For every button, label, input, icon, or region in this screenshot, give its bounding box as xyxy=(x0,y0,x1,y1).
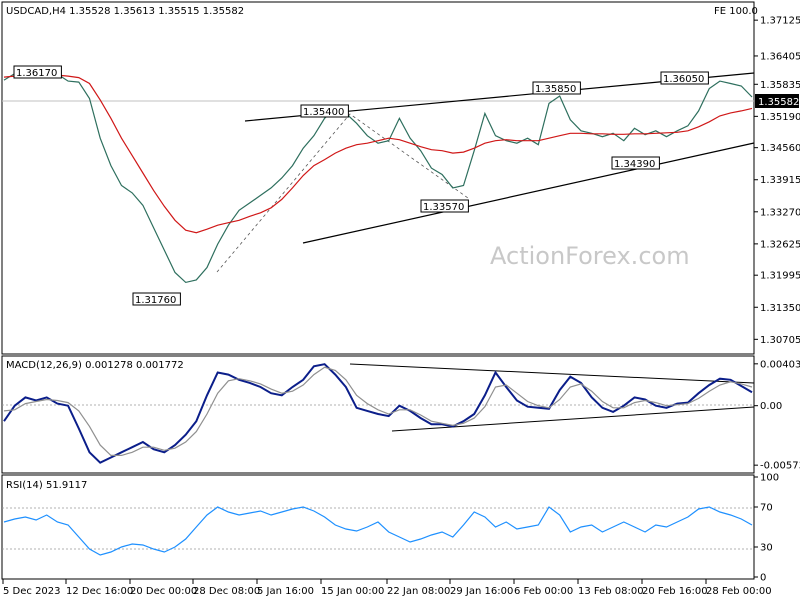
last-price-tag: 1.35582 xyxy=(755,94,799,108)
price-y-tick-label: 1.33915 xyxy=(760,175,800,186)
price-y-tick-label: 1.34560 xyxy=(760,143,800,154)
x-tick-label: 6 Feb 00:00 xyxy=(514,586,573,597)
price-y-tick-label: 1.35190 xyxy=(760,112,800,123)
x-tick-label: 5 Dec 2023 xyxy=(3,586,61,597)
price-y-tick-label: 1.31350 xyxy=(760,303,800,314)
x-tick-label: 20 Dec 00:00 xyxy=(130,586,197,597)
price-y-axis: 1.37125 1.36405 1.35835 1.35190 1.34560 1.339… xyxy=(754,16,800,346)
macd-y-tick-label: -0.005737 xyxy=(760,461,800,472)
macd-y-axis: 0.004038 0.00 -0.005737 xyxy=(754,359,800,472)
x-tick-label: 12 Dec 16:00 xyxy=(66,586,133,597)
chart-root: ActionForex.com USDCAD,H4 1.35528 1.3561… xyxy=(0,0,800,600)
price-y-tick-label: 1.35835 xyxy=(760,80,800,91)
rsi-y-tick-label: 100 xyxy=(760,473,779,484)
x-tick-label: 20 Feb 16:00 xyxy=(642,586,708,597)
annotation-label: 1.34390 xyxy=(614,159,655,170)
x-axis: 5 Dec 2023 12 Dec 16:0020 Dec 00:0028 Dec… xyxy=(2,579,772,597)
price-y-tick-label: 1.33270 xyxy=(760,207,800,218)
annotation-label: 1.31760 xyxy=(135,295,176,306)
rsi-panel-frame xyxy=(1,474,755,580)
rsi-title: RSI(14) 51.9117 xyxy=(6,480,87,491)
annotation-label: 1.35400 xyxy=(303,107,344,118)
price-y-tick-label: 1.36405 xyxy=(760,51,800,62)
symbol-header: USDCAD,H4 1.35528 1.35613 1.35515 1.3558… xyxy=(6,6,244,17)
x-tick-label: 29 Jan 16:00 xyxy=(450,586,513,597)
x-tick-label: 22 Jan 08:00 xyxy=(387,586,450,597)
price-y-tick-label: 1.30705 xyxy=(760,335,800,346)
macd-title: MACD(12,26,9) 0.001278 0.001772 xyxy=(6,360,184,371)
x-tick-label: 15 Jan 00:00 xyxy=(321,586,384,597)
price-panel-frame xyxy=(1,1,755,355)
rsi-y-tick-label: 70 xyxy=(760,503,773,514)
x-tick-label: 28 Dec 08:00 xyxy=(193,586,260,597)
chart-canvas: ActionForex.com USDCAD,H4 1.35528 1.3561… xyxy=(1,1,800,597)
annotation-label: 1.35850 xyxy=(535,84,576,95)
rsi-y-tick-label: 30 xyxy=(760,543,773,554)
macd-y-tick-label: 0.004038 xyxy=(760,359,800,370)
annotation-label: 1.36050 xyxy=(663,74,704,85)
x-tick-label: 13 Feb 08:00 xyxy=(578,586,644,597)
watermark: ActionForex.com xyxy=(490,242,690,270)
price-y-tick-label: 1.32625 xyxy=(760,239,800,250)
price-y-tick-label: 1.37125 xyxy=(760,16,800,27)
x-tick-label: 28 Feb 00:00 xyxy=(706,586,772,597)
panel-frames xyxy=(1,1,755,580)
price-y-tick-label: 1.31995 xyxy=(760,271,800,282)
rsi-y-tick-label: 0 xyxy=(760,573,766,584)
last-price-text: 1.35582 xyxy=(758,97,799,108)
annotation-label: 1.36170 xyxy=(16,68,57,79)
annotation-label: 1.33570 xyxy=(423,202,464,213)
macd-y-tick-label: 0.00 xyxy=(760,401,782,412)
fe-label: FE 100.0 xyxy=(714,6,758,17)
x-tick-label: 5 Jan 16:00 xyxy=(257,586,314,597)
rsi-y-axis: 100 70 30 0 xyxy=(754,473,779,584)
